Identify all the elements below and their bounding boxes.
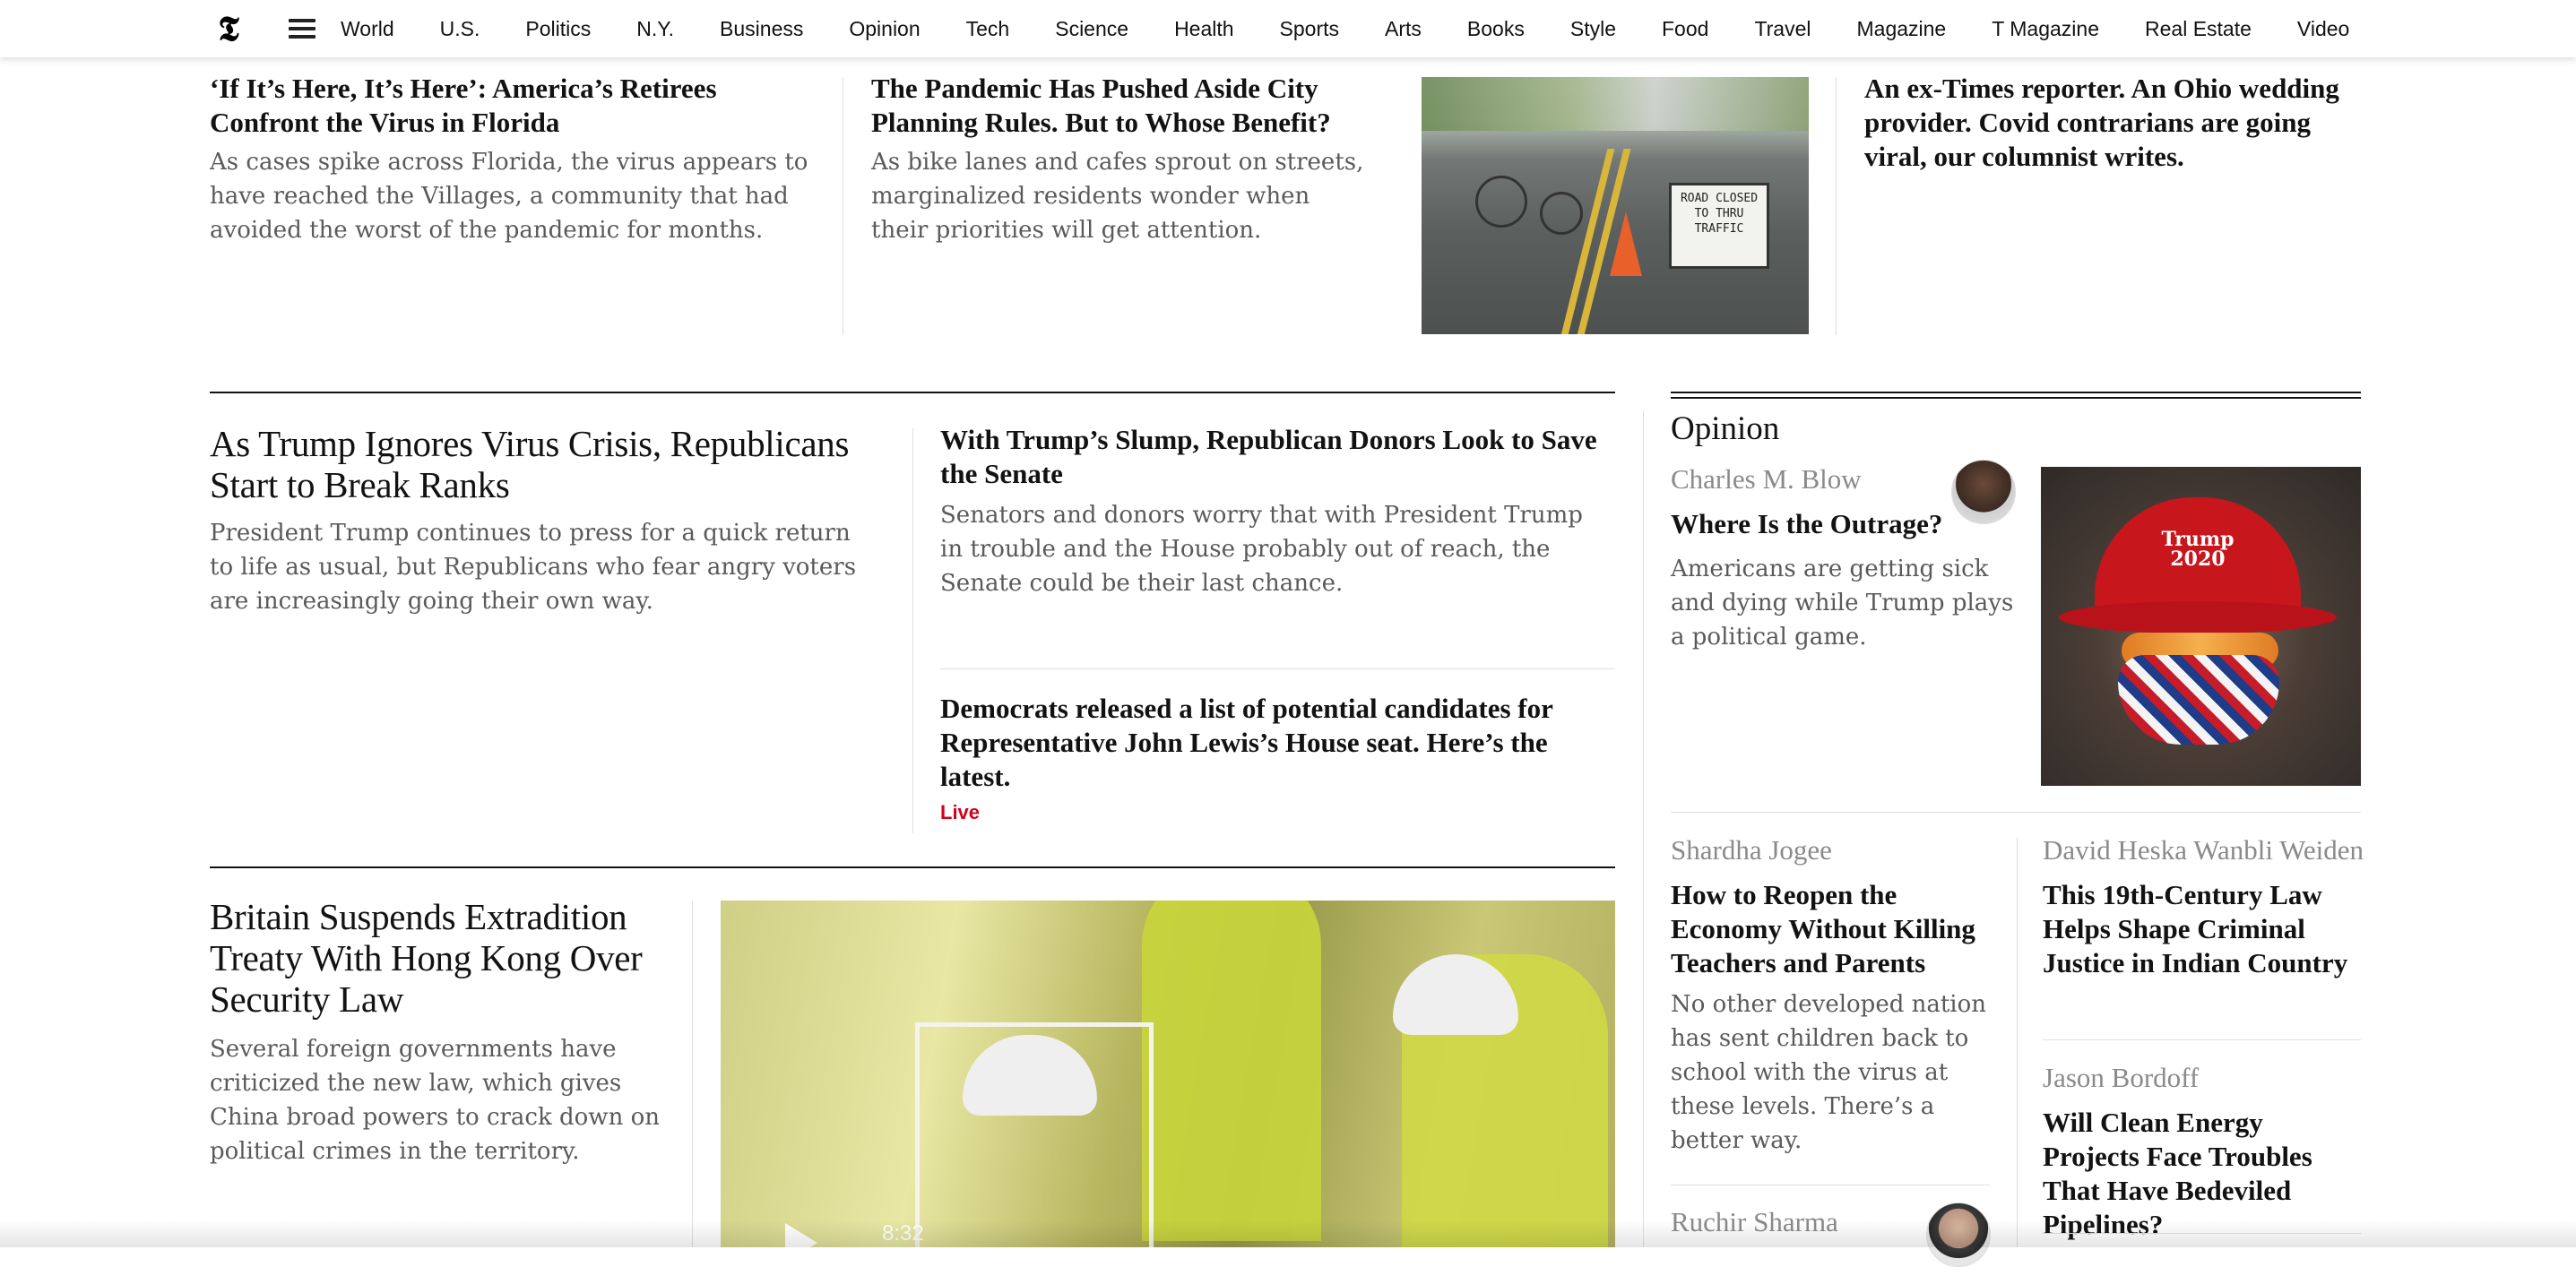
story-headline[interactable]: Democrats released a list of potential c… bbox=[940, 692, 1621, 794]
column-divider bbox=[1836, 77, 1837, 335]
video-player[interactable]: 8:32 bbox=[721, 901, 1615, 1247]
story-headline[interactable]: An ex-Times reporter. An Ohio wedding pr… bbox=[1864, 72, 2366, 174]
nav-link-health[interactable]: Health bbox=[1174, 17, 1233, 41]
opinion-divider bbox=[1671, 812, 2361, 813]
nav-link-sports[interactable]: Sports bbox=[1280, 17, 1339, 41]
hat-text: Trump 2020 bbox=[2161, 528, 2235, 571]
nav-link-books[interactable]: Books bbox=[1467, 17, 1525, 41]
section-rule bbox=[210, 392, 1615, 393]
nav-link-us[interactable]: U.S. bbox=[440, 17, 480, 41]
story-britain-extradition[interactable]: Britain Suspends Extradition Treaty With… bbox=[210, 896, 676, 1168]
author-avatar bbox=[1926, 1202, 1991, 1267]
road-closed-sign: ROAD CLOSED TO THRU TRAFFIC bbox=[1669, 183, 1769, 269]
story-headline[interactable]: ‘If It’s Here, It’s Here’: America’s Ret… bbox=[210, 72, 819, 140]
column-divider bbox=[692, 901, 693, 1247]
story-headline[interactable]: With Trump’s Slump, Republican Donors Lo… bbox=[940, 423, 1612, 491]
lead-headline[interactable]: As Trump Ignores Virus Crisis, Republica… bbox=[210, 423, 864, 505]
nav-link-food[interactable]: Food bbox=[1662, 17, 1708, 41]
opinion-rule-top bbox=[1671, 392, 2361, 393]
opinion-summary: No other developed nation has sent child… bbox=[1671, 991, 1987, 1154]
lead-story-trump[interactable]: As Trump Ignores Virus Crisis, Republica… bbox=[210, 423, 864, 618]
opinion-item[interactable]: David Heska Wanbli Weiden This 19th-Cent… bbox=[2043, 833, 2365, 980]
story-summary: Senators and donors worry that with Pres… bbox=[940, 502, 1583, 597]
column-divider bbox=[2017, 837, 2018, 1247]
nav-link-real-estate[interactable]: Real Estate bbox=[2145, 17, 2252, 41]
nav-link-world[interactable]: World bbox=[341, 17, 394, 41]
opinion-divider bbox=[2043, 1039, 2361, 1040]
play-icon[interactable] bbox=[785, 1223, 817, 1247]
opinion-headline[interactable]: Will Clean Energy Projects Face Troubles… bbox=[2043, 1106, 2365, 1242]
opinion-summary: Americans are getting sick and dying whi… bbox=[1671, 556, 2014, 651]
story-city-planning[interactable]: The Pandemic Has Pushed Aside City Plann… bbox=[871, 72, 1373, 247]
column-divider bbox=[1643, 410, 1644, 1247]
video-duration: 8:32 bbox=[882, 1221, 924, 1245]
opinion-author[interactable]: Jason Bordoff bbox=[2043, 1061, 2365, 1095]
lead-summary: President Trump continues to press for a… bbox=[210, 520, 857, 615]
opinion-author[interactable]: Ruchir Sharma bbox=[1671, 1205, 1940, 1239]
story-covid-contrarians[interactable]: An ex-Times reporter. An Ohio wedding pr… bbox=[1864, 72, 2366, 174]
opinion-divider bbox=[2043, 1233, 2361, 1234]
author-avatar bbox=[1951, 460, 2016, 524]
opinion-section-title[interactable]: Opinion bbox=[1671, 407, 1779, 452]
opinion-item[interactable]: Jason Bordoff Will Clean Energy Projects… bbox=[2043, 1061, 2365, 1242]
trump-supporter-photo[interactable]: Trump 2020 bbox=[2041, 467, 2361, 786]
menu-icon[interactable] bbox=[289, 19, 316, 39]
opinion-rule-bottom bbox=[1671, 397, 2361, 399]
story-summary: As cases spike across Florida, the virus… bbox=[210, 149, 808, 244]
nav-link-style[interactable]: Style bbox=[1570, 17, 1616, 41]
story-summary: As bike lanes and cafes sprout on street… bbox=[871, 149, 1364, 244]
opinion-item[interactable]: Shardha Jogee How to Reopen the Economy … bbox=[1671, 833, 2002, 1158]
nav-link-travel[interactable]: Travel bbox=[1754, 17, 1811, 41]
story-headline[interactable]: Britain Suspends Extradition Treaty With… bbox=[210, 896, 676, 1020]
opinion-headline[interactable]: Where Is the Outrage? bbox=[1671, 507, 1967, 541]
opinion-headline[interactable]: This 19th-Century Law Helps Shape Crimin… bbox=[2043, 878, 2365, 980]
nav-link-ny[interactable]: N.Y. bbox=[636, 17, 674, 41]
nav-link-politics[interactable]: Politics bbox=[525, 17, 591, 41]
nav-link-video[interactable]: Video bbox=[2297, 17, 2349, 41]
nav-link-business[interactable]: Business bbox=[720, 17, 803, 41]
section-rule bbox=[210, 866, 1615, 868]
nav-link-opinion[interactable]: Opinion bbox=[849, 17, 920, 41]
opinion-author[interactable]: Shardha Jogee bbox=[1671, 833, 2002, 867]
opinion-headline[interactable]: How to Reopen the Economy Without Killin… bbox=[1671, 878, 2002, 980]
story-summary: Several foreign governments have critici… bbox=[210, 1036, 660, 1165]
nav-link-tech[interactable]: Tech bbox=[966, 17, 1010, 41]
opinion-author[interactable]: David Heska Wanbli Weiden bbox=[2043, 833, 2365, 867]
top-nav-bar: 𝕿 World U.S. Politics N.Y. Business Opin… bbox=[0, 0, 2576, 57]
nav-link-t-magazine[interactable]: T Magazine bbox=[1992, 17, 2099, 41]
story-florida-retirees[interactable]: ‘If It’s Here, It’s Here’: America’s Ret… bbox=[210, 72, 819, 247]
nav-link-magazine[interactable]: Magazine bbox=[1857, 17, 1947, 41]
column-divider bbox=[912, 428, 913, 833]
nav-link-science[interactable]: Science bbox=[1055, 17, 1128, 41]
live-badge: Live bbox=[940, 801, 981, 823]
opinion-item[interactable]: Ruchir Sharma bbox=[1671, 1205, 1940, 1239]
nav-link-arts[interactable]: Arts bbox=[1385, 17, 1422, 41]
nyt-logo[interactable]: 𝕿 bbox=[212, 9, 245, 48]
section-nav: World U.S. Politics N.Y. Business Opinio… bbox=[341, 0, 2395, 57]
story-headline[interactable]: The Pandemic Has Pushed Aside City Plann… bbox=[871, 72, 1373, 140]
story-john-lewis-seat[interactable]: Democrats released a list of potential c… bbox=[940, 692, 1621, 824]
road-closed-photo[interactable]: ROAD CLOSED TO THRU TRAFFIC bbox=[1422, 77, 1809, 334]
story-divider bbox=[940, 668, 1615, 669]
story-republican-donors[interactable]: With Trump’s Slump, Republican Donors Lo… bbox=[940, 423, 1612, 600]
